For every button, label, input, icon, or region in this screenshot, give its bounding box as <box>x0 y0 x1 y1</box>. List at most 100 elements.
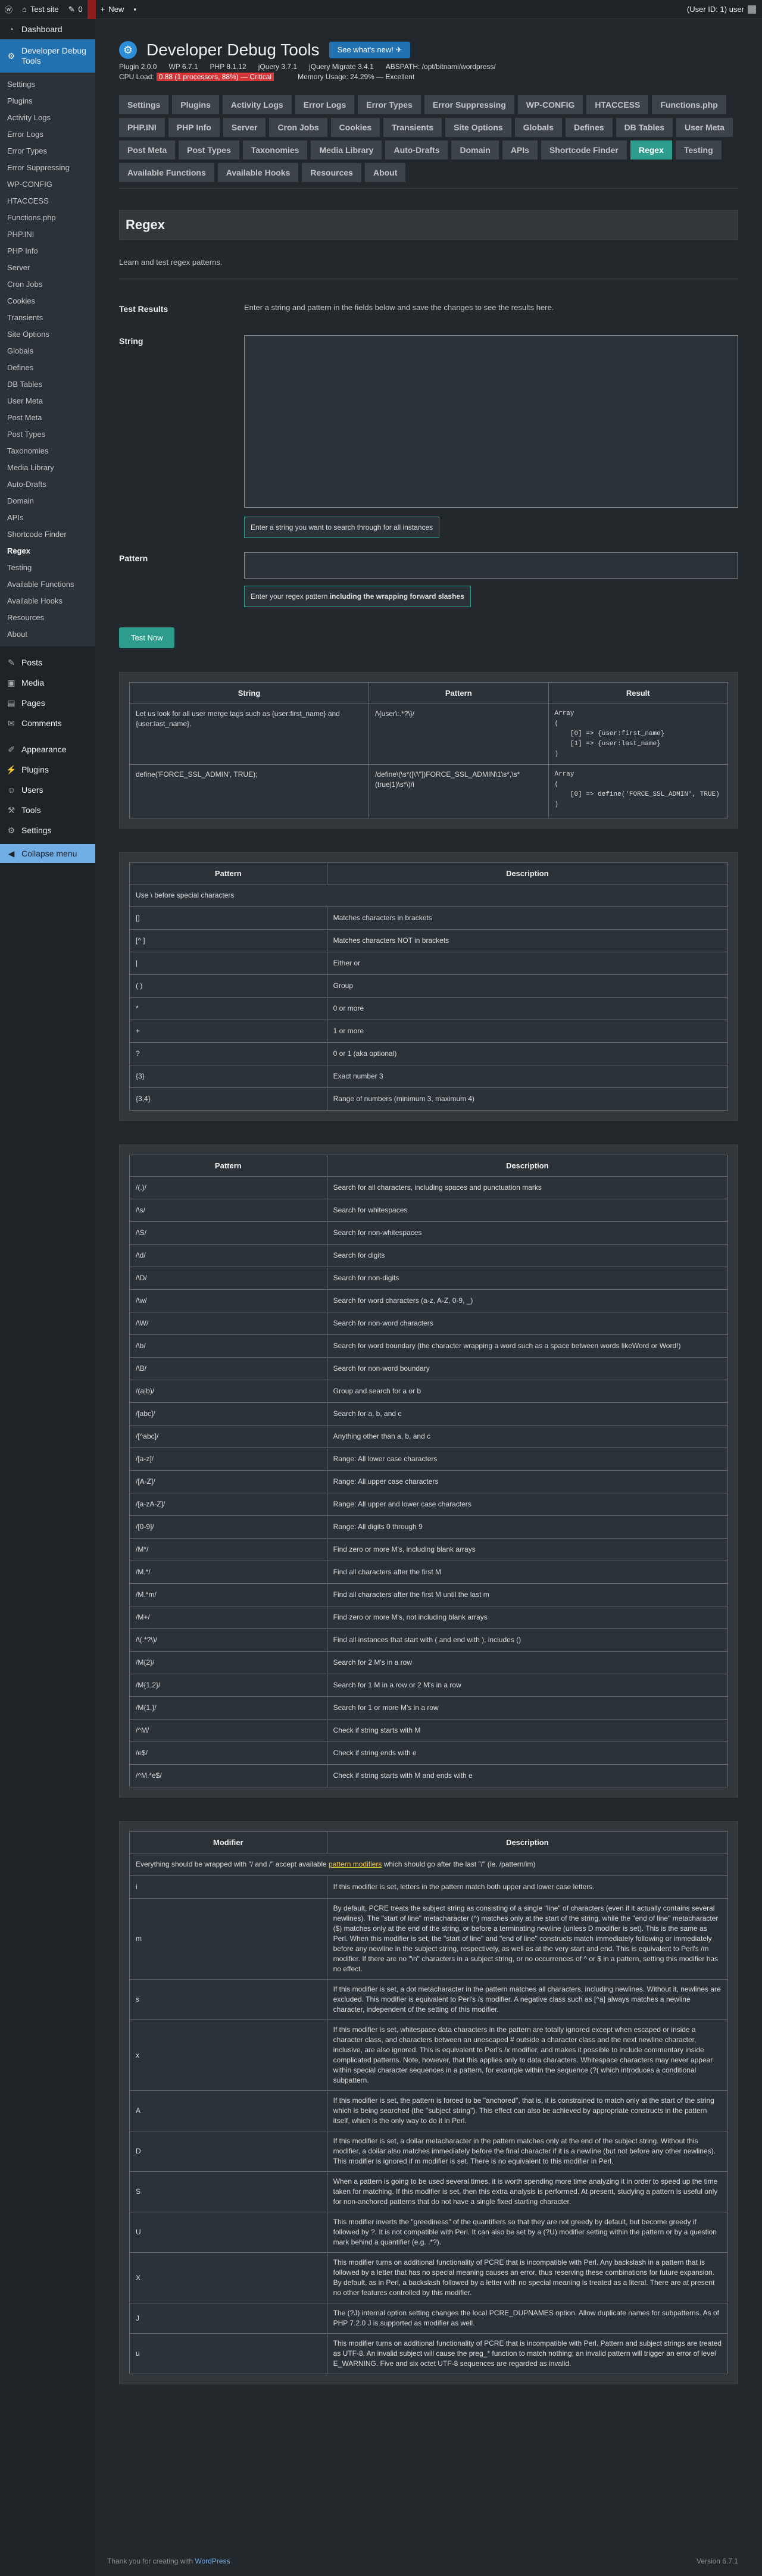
menu-users[interactable]: ☺ Users <box>0 780 95 800</box>
submenu-item[interactable]: Media Library <box>0 459 95 476</box>
tab-plugins[interactable]: Plugins <box>172 95 219 114</box>
tab-apis[interactable]: APIs <box>502 140 538 160</box>
submenu-item[interactable]: Error Logs <box>0 126 95 143</box>
submenu-item[interactable]: PHP.INI <box>0 226 95 243</box>
tab-available-functions[interactable]: Available Functions <box>119 163 214 182</box>
menu-pages[interactable]: ▤ Pages <box>0 693 95 713</box>
tab-cron-jobs[interactable]: Cron Jobs <box>269 118 327 137</box>
tab-taxonomies[interactable]: Taxonomies <box>242 140 308 160</box>
submenu-item[interactable]: Server <box>0 260 95 276</box>
submenu-item[interactable]: Settings <box>0 76 95 93</box>
tab-error-logs[interactable]: Error Logs <box>295 95 355 114</box>
tab-db-tables[interactable]: DB Tables <box>616 118 673 137</box>
submenu-item[interactable]: Globals <box>0 343 95 359</box>
tab-wp-config[interactable]: WP-CONFIG <box>517 95 583 114</box>
tab-site-options[interactable]: Site Options <box>445 118 511 137</box>
submenu-item[interactable]: Available Hooks <box>0 593 95 609</box>
user-account-link[interactable]: (User ID: 1) user <box>682 0 762 19</box>
menu-media[interactable]: ▣ Media <box>0 673 95 693</box>
whats-new-button[interactable]: See what's new! ✈ <box>329 42 411 58</box>
tab-error-types[interactable]: Error Types <box>358 95 421 114</box>
submenu-item[interactable]: Post Meta <box>0 409 95 426</box>
submenu-item[interactable]: Cron Jobs <box>0 276 95 293</box>
tab-server[interactable]: Server <box>223 118 266 137</box>
tab-defines[interactable]: Defines <box>565 118 613 137</box>
submenu-item[interactable]: User Meta <box>0 393 95 409</box>
submenu-item[interactable]: Functions.php <box>0 210 95 226</box>
submenu-item[interactable]: DB Tables <box>0 376 95 393</box>
submenu-item[interactable]: WP-CONFIG <box>0 176 95 193</box>
menu-settings[interactable]: ⚙ Settings <box>0 820 95 840</box>
submenu-item[interactable]: Regex <box>0 543 95 559</box>
new-content-link[interactable]: + New <box>96 0 129 19</box>
pattern-modifiers-link[interactable]: pattern modifiers <box>329 1860 382 1868</box>
table-cell: /M{1,2}/ <box>129 1674 327 1697</box>
menu-dashboard[interactable]: ◔ Dashboard <box>0 19 95 39</box>
submenu-item[interactable]: Error Types <box>0 143 95 160</box>
tab-user-meta[interactable]: User Meta <box>676 118 733 137</box>
tab-cookies[interactable]: Cookies <box>330 118 380 137</box>
tab-activity-logs[interactable]: Activity Logs <box>222 95 292 114</box>
menu-label: Pages <box>21 698 45 708</box>
comments-link[interactable]: ✎ 0 <box>64 0 88 19</box>
tab-functions-php[interactable]: Functions.php <box>652 95 726 114</box>
menu-posts[interactable]: ✎ Posts <box>0 652 95 673</box>
table-cell: D <box>129 2131 327 2172</box>
tab-shortcode-finder[interactable]: Shortcode Finder <box>541 140 627 160</box>
submenu-item[interactable]: Cookies <box>0 293 95 310</box>
submenu-item[interactable]: Shortcode Finder <box>0 526 95 543</box>
menu-comments[interactable]: ✉ Comments <box>0 713 95 733</box>
tab-resources[interactable]: Resources <box>302 163 361 182</box>
submenu-item[interactable]: Site Options <box>0 326 95 343</box>
table-row: /e$/Check if string ends with e <box>129 1742 729 1765</box>
submenu-item[interactable]: Plugins <box>0 93 95 110</box>
submenu-item[interactable]: PHP Info <box>0 243 95 260</box>
string-textarea[interactable] <box>244 335 738 508</box>
settings-icon: ⚙ <box>7 825 15 835</box>
tab-htaccess[interactable]: HTACCESS <box>586 95 649 114</box>
tab-php-ini[interactable]: PHP.INI <box>119 118 165 137</box>
submenu-item[interactable]: Post Types <box>0 426 95 443</box>
tab-domain[interactable]: Domain <box>451 140 499 160</box>
tab-available-hooks[interactable]: Available Hooks <box>217 163 299 182</box>
tab-about[interactable]: About <box>364 163 406 182</box>
tab-post-meta[interactable]: Post Meta <box>119 140 176 160</box>
tab-globals[interactable]: Globals <box>514 118 562 137</box>
submenu-item[interactable]: Transients <box>0 310 95 326</box>
submenu-item[interactable]: Available Functions <box>0 576 95 593</box>
wordpress-logo-icon[interactable]: ⓦ <box>0 0 17 19</box>
menu-developer-debug-tools[interactable]: ⚙ Developer Debug Tools <box>0 39 95 73</box>
tab-post-types[interactable]: Post Types <box>179 140 239 160</box>
menu-plugins[interactable]: ⚡ Plugins <box>0 759 95 780</box>
submenu-item[interactable]: About <box>0 626 95 643</box>
tab-media-library[interactable]: Media Library <box>311 140 382 160</box>
submenu-item[interactable]: Activity Logs <box>0 110 95 126</box>
submenu-item[interactable]: HTACCESS <box>0 193 95 210</box>
tab-transients[interactable]: Transients <box>383 118 442 137</box>
test-now-button[interactable]: Test Now <box>119 627 175 648</box>
submenu-item[interactable]: Auto-Drafts <box>0 476 95 493</box>
table-cell: Search for word characters (a-z, A-Z, 0-… <box>326 1289 729 1312</box>
wordpress-link[interactable]: WordPress <box>195 2557 230 2565</box>
tab-error-suppressing[interactable]: Error Suppressing <box>424 95 514 114</box>
site-name-link[interactable]: ⌂ Test site <box>17 0 64 19</box>
submenu-item[interactable]: Defines <box>0 359 95 376</box>
notification-icon[interactable]: ▪ <box>129 0 141 19</box>
collapse-menu-button[interactable]: ◀ Collapse menu <box>0 844 95 863</box>
submenu-item[interactable]: Resources <box>0 609 95 626</box>
tab-auto-drafts[interactable]: Auto-Drafts <box>385 140 448 160</box>
submenu-item[interactable]: Testing <box>0 559 95 576</box>
tab-settings[interactable]: Settings <box>119 95 169 114</box>
table-row: /[a-z]/Range: All lower case characters <box>129 1448 729 1471</box>
submenu-item[interactable]: Error Suppressing <box>0 160 95 176</box>
menu-appearance[interactable]: ✐ Appearance <box>0 739 95 759</box>
menu-tools[interactable]: ⚒ Tools <box>0 800 95 820</box>
pattern-input[interactable] <box>244 552 738 579</box>
debug-indicator[interactable] <box>87 0 96 19</box>
tab-regex[interactable]: Regex <box>630 140 672 160</box>
submenu-item[interactable]: Taxonomies <box>0 443 95 459</box>
submenu-item[interactable]: Domain <box>0 493 95 509</box>
tab-php-info[interactable]: PHP Info <box>168 118 220 137</box>
tab-testing[interactable]: Testing <box>675 140 722 160</box>
submenu-item[interactable]: APIs <box>0 509 95 526</box>
